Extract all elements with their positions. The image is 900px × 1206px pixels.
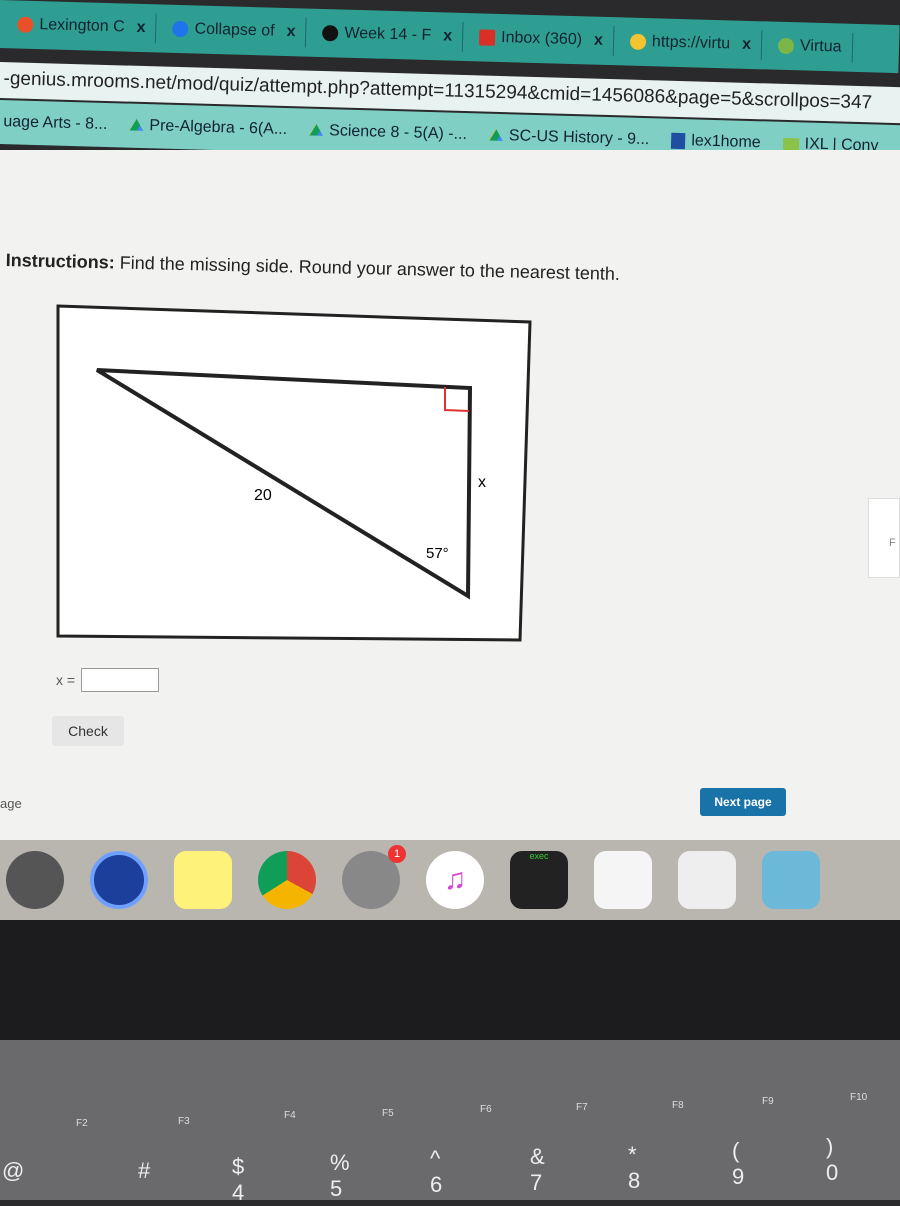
key-f6[interactable]: F6 (480, 1104, 492, 1115)
key-f7[interactable]: F7 (576, 1102, 588, 1113)
cloud-icon[interactable] (762, 851, 820, 909)
key-3[interactable]: # (138, 1158, 150, 1184)
textedit-icon[interactable] (594, 851, 652, 909)
key-7[interactable]: & 7 (530, 1144, 545, 1196)
check-button[interactable]: Check (52, 716, 124, 746)
key-f10[interactable]: F10 (850, 1092, 867, 1103)
itunes-icon[interactable]: ♫ (426, 851, 484, 909)
key-2[interactable]: @ (2, 1158, 24, 1184)
dock: 1 ♫ exec (0, 840, 900, 920)
answer-input[interactable] (81, 668, 160, 692)
terminal-icon[interactable]: exec (510, 851, 568, 909)
screen-bezel (0, 920, 900, 1040)
label-hypotenuse: 20 (254, 487, 272, 504)
answer-row: x = (56, 668, 160, 692)
key-f8[interactable]: F8 (672, 1100, 684, 1111)
label-angle: 57° (426, 545, 449, 562)
system-preferences-icon[interactable]: 1 (342, 845, 406, 909)
chrome-icon[interactable] (258, 851, 316, 909)
key-f5[interactable]: F5 (382, 1108, 394, 1119)
self-service-icon[interactable] (90, 851, 148, 909)
key-6[interactable]: ^ 6 (430, 1146, 442, 1198)
notification-badge: 1 (388, 845, 406, 863)
side-panel: F (868, 498, 900, 578)
key-5[interactable]: % 5 (330, 1150, 350, 1202)
triangle-figure: 20 57° x (56, 304, 532, 642)
keyboard: F2 F3 F4 F5 F6 F7 F8 F9 F10 @ # $4 % 5 ^ 6… (0, 1040, 900, 1205)
key-f3[interactable]: F3 (178, 1116, 190, 1127)
key-8[interactable]: * 8 (628, 1142, 640, 1194)
key-0[interactable]: ) 0 (826, 1134, 838, 1186)
key-9[interactable]: (9 (732, 1138, 744, 1190)
next-page-button[interactable]: Next page (700, 788, 786, 816)
key-4[interactable]: $4 (232, 1154, 244, 1206)
stickies-icon[interactable] (174, 851, 232, 909)
launchpad-icon[interactable] (6, 851, 64, 909)
key-f2[interactable]: F2 (76, 1118, 88, 1129)
previous-page-button[interactable]: age (0, 796, 22, 811)
key-f4[interactable]: F4 (284, 1110, 296, 1121)
key-f9[interactable]: F9 (762, 1096, 774, 1107)
label-unknown-side: x (478, 474, 486, 491)
documents-icon[interactable] (678, 851, 736, 909)
